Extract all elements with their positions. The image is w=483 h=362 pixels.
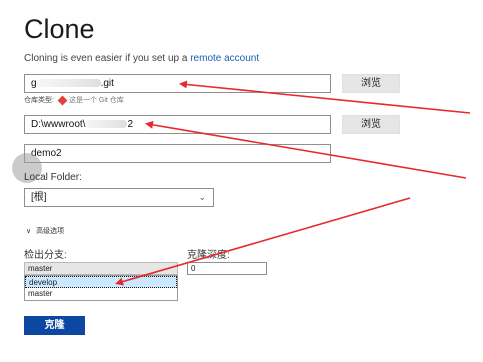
local-path-input[interactable]: D:\wwwroot\ 2 (24, 115, 331, 134)
url-text-start: g (31, 78, 37, 89)
repo-name-input[interactable]: demo2 (24, 144, 331, 163)
branch-dropdown-list: develop master (24, 275, 178, 301)
repo-type-info: 仓库类型: 这是一个 Git 仓库 (24, 95, 124, 106)
checkout-branch-label: 检出分支: (24, 250, 67, 261)
repository-url-input[interactable]: g .git (24, 74, 331, 93)
clone-depth-input[interactable]: 0 (187, 262, 267, 275)
chevron-down-icon: ∨ (26, 228, 32, 235)
branch-select[interactable]: master (24, 262, 178, 275)
redacted-blur (85, 120, 128, 129)
subtitle: Cloning is even easier if you set up a r… (24, 53, 259, 64)
branch-option-master[interactable]: master (25, 288, 177, 300)
repo-type-label: 仓库类型: (24, 97, 54, 104)
chevron-down-icon: ⌄ (198, 192, 206, 202)
git-diamond-icon (57, 95, 68, 106)
browse-url-button[interactable]: 浏览 (342, 74, 400, 93)
remote-account-link[interactable]: remote account (190, 53, 259, 64)
advanced-options-toggle[interactable]: ∨ 高级选项 (26, 226, 64, 236)
browse-path-button[interactable]: 浏览 (342, 115, 400, 134)
clone-depth-label: 克隆深度: (187, 250, 230, 261)
clone-button[interactable]: 克隆 (24, 316, 85, 335)
local-folder-label: Local Folder: (24, 172, 82, 183)
page-title: Clone (24, 14, 95, 44)
redacted-blur (36, 79, 101, 88)
path-text-end: 2 (127, 119, 134, 130)
repo-type-description: 这是一个 Git 仓库 (68, 97, 124, 104)
branch-option-develop[interactable]: develop (25, 276, 177, 288)
url-text-end: .git (100, 78, 114, 89)
path-text-start: D:\wwwroot\ (31, 119, 86, 130)
local-folder-select[interactable]: [根] ⌄ (24, 188, 214, 207)
advanced-options-label: 高级选项 (36, 228, 65, 235)
subtitle-text: Cloning is even easier if you set up a (24, 53, 191, 64)
local-folder-value: [根] (31, 192, 47, 203)
